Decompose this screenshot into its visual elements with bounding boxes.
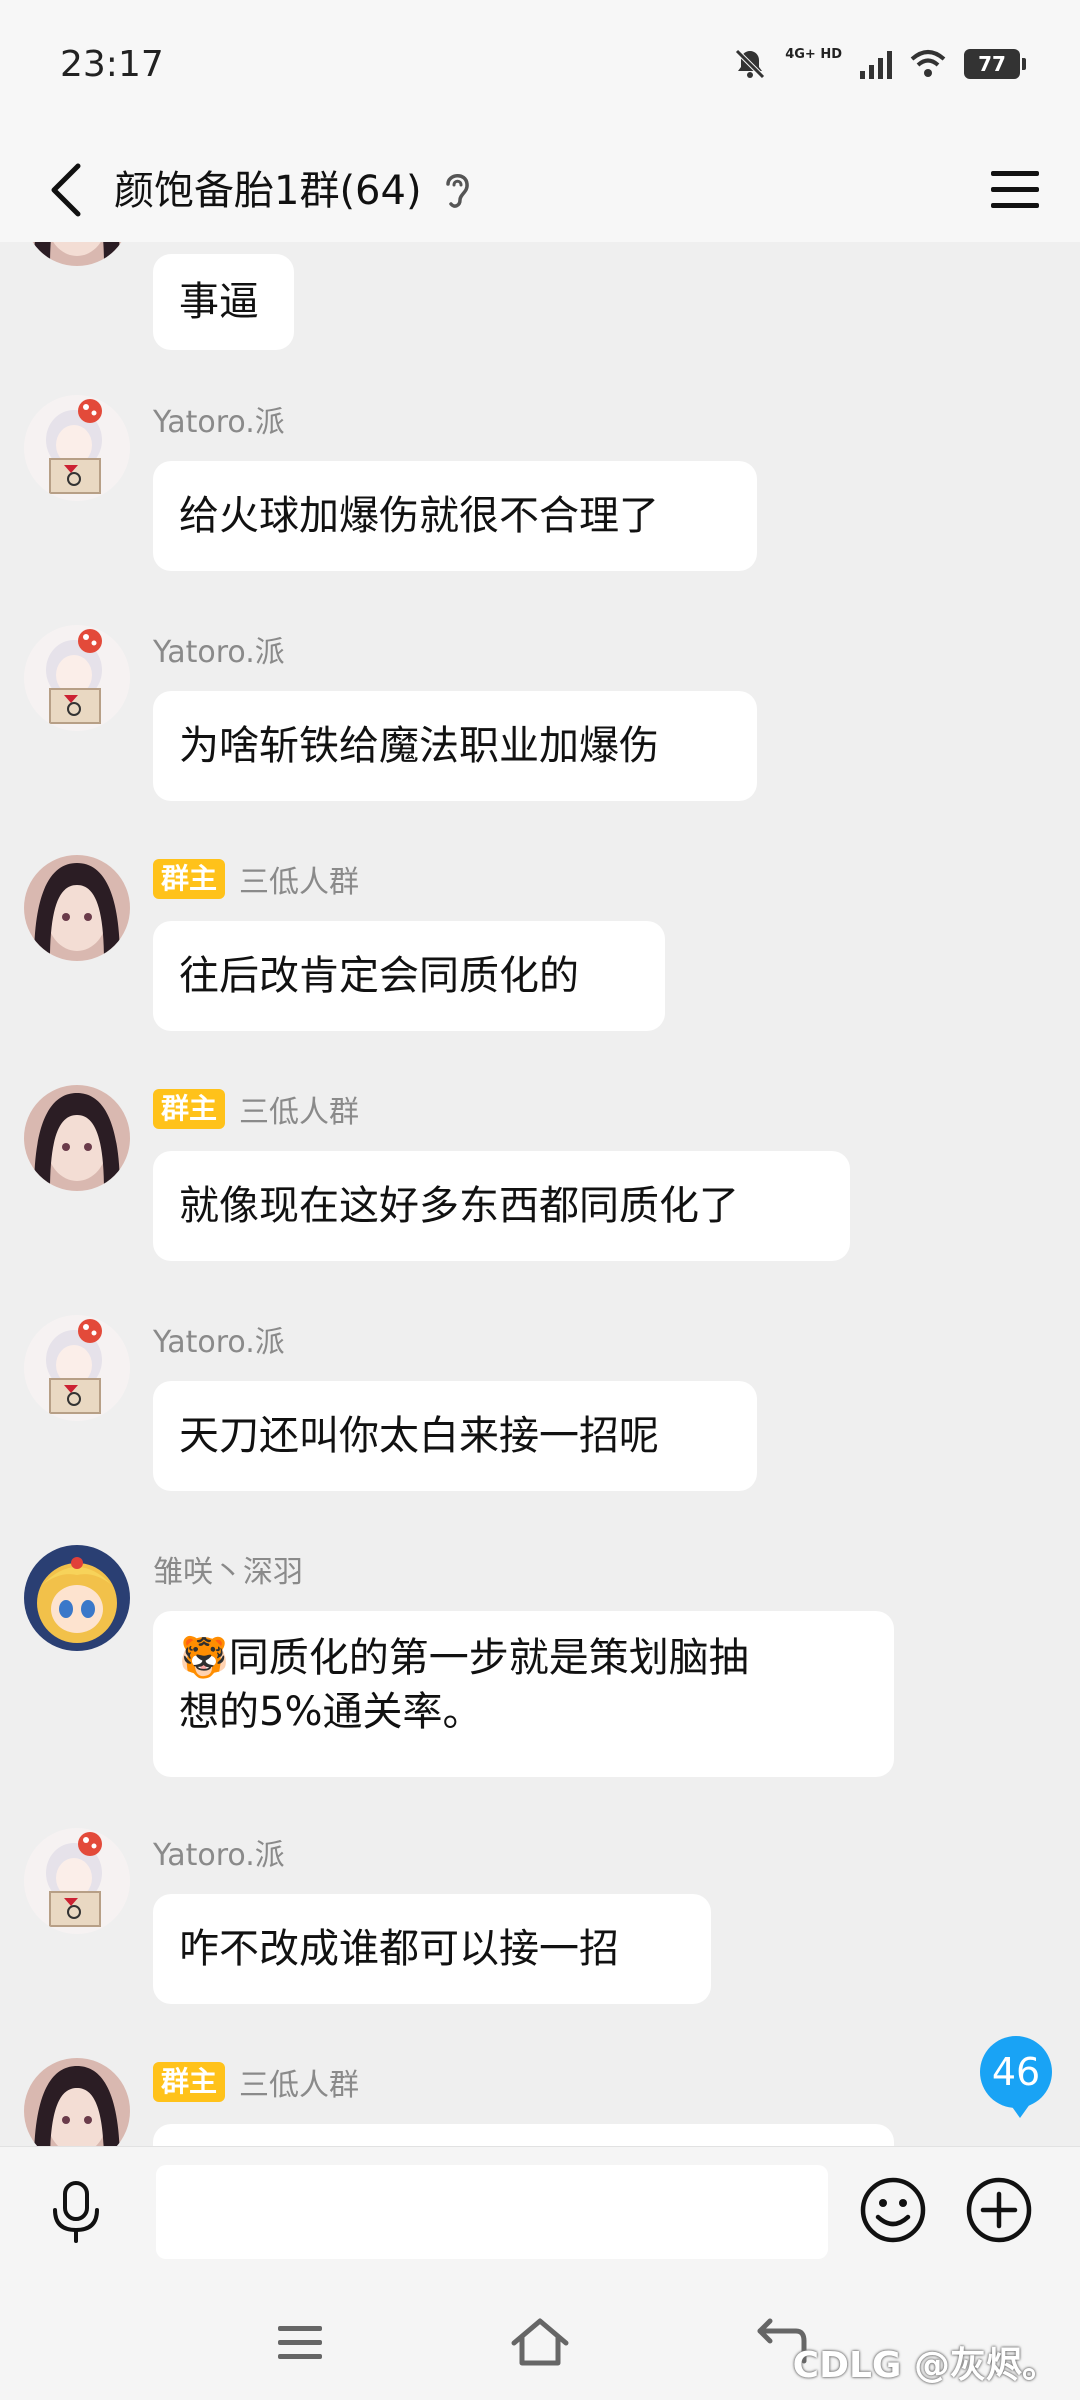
avatar-white-hair-mushroom bbox=[24, 395, 130, 501]
plus-circle-icon[interactable] bbox=[964, 2175, 1034, 2245]
signal-icon bbox=[860, 51, 892, 79]
hamburger-menu-icon bbox=[991, 171, 1039, 208]
sender-row: Yatoro.派 bbox=[153, 1830, 285, 1874]
sender-row: 群主 三低人群 bbox=[153, 1087, 359, 1131]
avatar[interactable] bbox=[24, 1828, 130, 1934]
sender-row: 群主 三低人群 bbox=[153, 857, 359, 901]
sender-row: 群主 三低人群 bbox=[153, 2060, 359, 2104]
message-line: 🐯同质化的第一步就是策划脑抽 bbox=[179, 1635, 749, 1681]
menu-button[interactable] bbox=[980, 150, 1050, 230]
sender-name[interactable]: 三低人群 bbox=[239, 1087, 359, 1131]
avatar-blonde-chibi bbox=[24, 1545, 130, 1651]
avatar[interactable] bbox=[24, 625, 130, 731]
battery-icon: 77 bbox=[964, 49, 1026, 79]
message-bubble[interactable]: 就像现在这好多东西都同质化了 bbox=[153, 1151, 850, 1261]
avatar-white-hair-mushroom bbox=[24, 1828, 130, 1934]
sender-name[interactable]: Yatoro.派 bbox=[153, 627, 285, 671]
unread-count-badge[interactable]: 46 bbox=[980, 2036, 1052, 2118]
status-time: 23:17 bbox=[60, 44, 164, 85]
network-label: 4G+ HD bbox=[785, 46, 842, 62]
sender-name[interactable]: Yatoro.派 bbox=[153, 1830, 285, 1874]
message-bubble[interactable]: 咋不改成谁都可以接一招 bbox=[153, 1894, 711, 2004]
sender-name[interactable]: 三低人群 bbox=[239, 2060, 359, 2104]
microphone-icon bbox=[53, 2181, 99, 2243]
message-bubble[interactable]: 事逼 bbox=[153, 254, 294, 350]
chat-title[interactable]: 颜饱备胎1群(64) bbox=[114, 158, 422, 224]
message-input[interactable] bbox=[156, 2165, 828, 2259]
avatar[interactable] bbox=[24, 1545, 130, 1651]
message-bubble[interactable]: 往后改肯定会同质化的 bbox=[153, 921, 665, 1031]
avatar[interactable] bbox=[24, 395, 130, 501]
chevron-left-icon bbox=[51, 163, 81, 217]
message-bubble[interactable] bbox=[153, 2124, 894, 2146]
system-nav-bar: CDLG @灰烬。 bbox=[0, 2276, 1080, 2400]
sender-name[interactable]: Yatoro.派 bbox=[153, 397, 285, 441]
message-bubble[interactable]: 给火球加爆伤就很不合理了 bbox=[153, 461, 757, 571]
back-button[interactable] bbox=[36, 150, 96, 230]
message-bubble[interactable]: 为啥斩铁给魔法职业加爆伤 bbox=[153, 691, 757, 801]
mute-bell-icon bbox=[735, 49, 765, 79]
home-icon bbox=[511, 2318, 569, 2366]
avatar[interactable] bbox=[24, 2058, 130, 2146]
nav-menu-button[interactable] bbox=[260, 2312, 340, 2372]
owner-badge: 群主 bbox=[153, 1089, 226, 1129]
wifi-icon bbox=[910, 50, 946, 77]
chat-header: 颜饱备胎1群(64) bbox=[0, 140, 1080, 242]
sender-row: Yatoro.派 bbox=[153, 1317, 285, 1361]
watermark: CDLG @灰烬。 bbox=[792, 2345, 1058, 2386]
avatar-white-hair-mushroom bbox=[24, 625, 130, 731]
sender-row: 雏咲丶深羽 bbox=[153, 1547, 303, 1591]
nav-home-button[interactable] bbox=[500, 2312, 580, 2372]
menu-icon bbox=[278, 2326, 322, 2359]
avatar-girl-dark-hair bbox=[24, 855, 130, 961]
emoji-icon[interactable] bbox=[858, 2175, 928, 2245]
message-bubble[interactable]: 天刀还叫你太白来接一招呢 bbox=[153, 1381, 757, 1491]
sender-name[interactable]: 三低人群 bbox=[239, 857, 359, 901]
avatar-girl-dark-hair bbox=[24, 1085, 130, 1191]
input-bar bbox=[0, 2146, 1080, 2277]
avatar[interactable] bbox=[24, 1085, 130, 1191]
avatar[interactable] bbox=[24, 855, 130, 961]
message-bubble[interactable]: 🐯同质化的第一步就是策划脑抽 想的5%通关率。 bbox=[153, 1611, 894, 1777]
message-list[interactable]: 事逼 Yatoro.派 给火球加爆伤就很不合理了 Yatoro.派 为啥斩铁给魔… bbox=[0, 242, 1080, 2146]
message-line: 想的5%通关率。 bbox=[179, 1689, 483, 1735]
status-icons: 4G+ HD 77 bbox=[733, 44, 1026, 84]
owner-badge: 群主 bbox=[153, 859, 226, 899]
voice-button[interactable] bbox=[40, 2175, 112, 2249]
owner-badge: 群主 bbox=[153, 2062, 226, 2102]
avatar[interactable] bbox=[24, 242, 130, 266]
sender-name[interactable]: Yatoro.派 bbox=[153, 1317, 285, 1361]
avatar-girl-dark-hair bbox=[24, 242, 130, 266]
avatar[interactable] bbox=[24, 1315, 130, 1421]
avatar-girl-dark-hair bbox=[24, 2058, 130, 2146]
status-bar: 23:17 4G+ HD 77 bbox=[0, 0, 1080, 140]
ear-icon[interactable] bbox=[440, 168, 474, 212]
sender-name[interactable]: 雏咲丶深羽 bbox=[153, 1547, 303, 1591]
sender-row: Yatoro.派 bbox=[153, 397, 285, 441]
sender-row: Yatoro.派 bbox=[153, 627, 285, 671]
avatar-white-hair-mushroom bbox=[24, 1315, 130, 1421]
